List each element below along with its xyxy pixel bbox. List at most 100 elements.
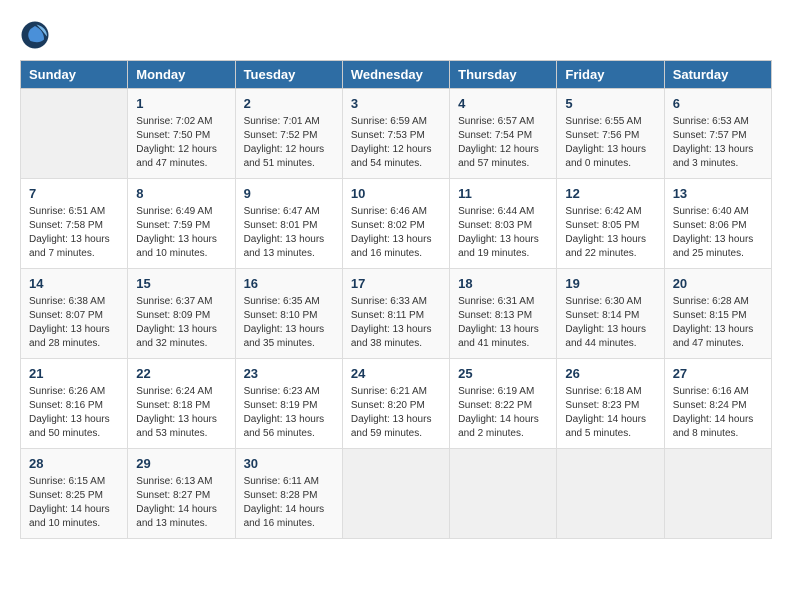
calendar-cell: 27 Sunrise: 6:16 AM Sunset: 8:24 PM Dayli… <box>664 359 771 449</box>
calendar-cell <box>664 449 771 539</box>
calendar-cell: 13 Sunrise: 6:40 AM Sunset: 8:06 PM Dayli… <box>664 179 771 269</box>
calendar-cell: 6 Sunrise: 6:53 AM Sunset: 7:57 PM Daylig… <box>664 89 771 179</box>
day-number: 8 <box>136 185 226 203</box>
calendar-cell: 26 Sunrise: 6:18 AM Sunset: 8:23 PM Dayli… <box>557 359 664 449</box>
day-number: 19 <box>565 275 655 293</box>
day-info: Sunrise: 6:23 AM Sunset: 8:19 PM Dayligh… <box>244 385 334 441</box>
calendar-cell: 24 Sunrise: 6:21 AM Sunset: 8:20 PM Dayli… <box>342 359 449 449</box>
day-number: 30 <box>244 455 334 473</box>
day-info: Sunrise: 6:13 AM Sunset: 8:27 PM Dayligh… <box>136 475 226 531</box>
day-info: Sunrise: 6:47 AM Sunset: 8:01 PM Dayligh… <box>244 205 334 261</box>
weekday-header: Thursday <box>450 61 557 89</box>
day-number: 11 <box>458 185 548 203</box>
weekday-header: Sunday <box>21 61 128 89</box>
day-info: Sunrise: 6:24 AM Sunset: 8:18 PM Dayligh… <box>136 385 226 441</box>
day-number: 16 <box>244 275 334 293</box>
day-number: 15 <box>136 275 226 293</box>
calendar-cell: 11 Sunrise: 6:44 AM Sunset: 8:03 PM Dayli… <box>450 179 557 269</box>
day-info: Sunrise: 6:30 AM Sunset: 8:14 PM Dayligh… <box>565 295 655 351</box>
calendar-cell: 22 Sunrise: 6:24 AM Sunset: 8:18 PM Dayli… <box>128 359 235 449</box>
calendar-cell: 7 Sunrise: 6:51 AM Sunset: 7:58 PM Daylig… <box>21 179 128 269</box>
day-number: 7 <box>29 185 119 203</box>
day-number: 28 <box>29 455 119 473</box>
day-number: 26 <box>565 365 655 383</box>
day-info: Sunrise: 6:26 AM Sunset: 8:16 PM Dayligh… <box>29 385 119 441</box>
calendar-cell: 14 Sunrise: 6:38 AM Sunset: 8:07 PM Dayli… <box>21 269 128 359</box>
calendar-cell: 9 Sunrise: 6:47 AM Sunset: 8:01 PM Daylig… <box>235 179 342 269</box>
calendar-cell: 4 Sunrise: 6:57 AM Sunset: 7:54 PM Daylig… <box>450 89 557 179</box>
calendar-cell: 5Sunrise: 6:55 AM Sunset: 7:56 PM Daylig… <box>557 89 664 179</box>
day-number: 29 <box>136 455 226 473</box>
day-info: Sunrise: 6:40 AM Sunset: 8:06 PM Dayligh… <box>673 205 763 261</box>
day-info: Sunrise: 6:59 AM Sunset: 7:53 PM Dayligh… <box>351 115 441 171</box>
day-number: 9 <box>244 185 334 203</box>
calendar-cell: 8 Sunrise: 6:49 AM Sunset: 7:59 PM Daylig… <box>128 179 235 269</box>
calendar-cell: 10 Sunrise: 6:46 AM Sunset: 8:02 PM Dayli… <box>342 179 449 269</box>
day-number: 20 <box>673 275 763 293</box>
day-info: Sunrise: 6:42 AM Sunset: 8:05 PM Dayligh… <box>565 205 655 261</box>
day-number: 21 <box>29 365 119 383</box>
calendar-cell: 16 Sunrise: 6:35 AM Sunset: 8:10 PM Dayli… <box>235 269 342 359</box>
day-info: Sunrise: 6:35 AM Sunset: 8:10 PM Dayligh… <box>244 295 334 351</box>
calendar-cell <box>450 449 557 539</box>
day-info: Sunrise: 6:53 AM Sunset: 7:57 PM Dayligh… <box>673 115 763 171</box>
calendar-cell: 20 Sunrise: 6:28 AM Sunset: 8:15 PM Dayli… <box>664 269 771 359</box>
day-number: 2 <box>244 95 334 113</box>
day-info: Sunrise: 6:11 AM Sunset: 8:28 PM Dayligh… <box>244 475 334 531</box>
calendar-cell: 1Sunrise: 7:02 AM Sunset: 7:50 PM Daylig… <box>128 89 235 179</box>
calendar-cell: 30 Sunrise: 6:11 AM Sunset: 8:28 PM Dayli… <box>235 449 342 539</box>
day-number: 4 <box>458 95 548 113</box>
calendar-cell: 18 Sunrise: 6:31 AM Sunset: 8:13 PM Dayli… <box>450 269 557 359</box>
day-number: 17 <box>351 275 441 293</box>
calendar-cell <box>21 89 128 179</box>
calendar-cell: 21 Sunrise: 6:26 AM Sunset: 8:16 PM Dayli… <box>21 359 128 449</box>
calendar-cell: 29 Sunrise: 6:13 AM Sunset: 8:27 PM Dayli… <box>128 449 235 539</box>
calendar: SundayMondayTuesdayWednesdayThursdayFrid… <box>20 60 772 539</box>
day-info: Sunrise: 6:19 AM Sunset: 8:22 PM Dayligh… <box>458 385 548 441</box>
calendar-cell: 17Sunrise: 6:33 AM Sunset: 8:11 PM Dayli… <box>342 269 449 359</box>
logo <box>20 20 54 50</box>
day-info: Sunrise: 6:38 AM Sunset: 8:07 PM Dayligh… <box>29 295 119 351</box>
calendar-cell: 25 Sunrise: 6:19 AM Sunset: 8:22 PM Dayli… <box>450 359 557 449</box>
day-info: Sunrise: 6:16 AM Sunset: 8:24 PM Dayligh… <box>673 385 763 441</box>
day-info: Sunrise: 6:49 AM Sunset: 7:59 PM Dayligh… <box>136 205 226 261</box>
day-info: Sunrise: 6:44 AM Sunset: 8:03 PM Dayligh… <box>458 205 548 261</box>
day-info: Sunrise: 6:46 AM Sunset: 8:02 PM Dayligh… <box>351 205 441 261</box>
day-number: 12 <box>565 185 655 203</box>
calendar-cell <box>557 449 664 539</box>
day-number: 23 <box>244 365 334 383</box>
day-info: Sunrise: 6:55 AM Sunset: 7:56 PM Dayligh… <box>565 115 655 171</box>
day-number: 18 <box>458 275 548 293</box>
day-number: 27 <box>673 365 763 383</box>
calendar-cell: 15 Sunrise: 6:37 AM Sunset: 8:09 PM Dayli… <box>128 269 235 359</box>
calendar-cell: 12 Sunrise: 6:42 AM Sunset: 8:05 PM Dayli… <box>557 179 664 269</box>
day-info: Sunrise: 6:21 AM Sunset: 8:20 PM Dayligh… <box>351 385 441 441</box>
calendar-cell <box>342 449 449 539</box>
day-info: Sunrise: 6:15 AM Sunset: 8:25 PM Dayligh… <box>29 475 119 531</box>
day-info: Sunrise: 6:57 AM Sunset: 7:54 PM Dayligh… <box>458 115 548 171</box>
weekday-header: Saturday <box>664 61 771 89</box>
day-number: 25 <box>458 365 548 383</box>
day-number: 3 <box>351 95 441 113</box>
day-number: 10 <box>351 185 441 203</box>
calendar-cell: 3 Sunrise: 6:59 AM Sunset: 7:53 PM Daylig… <box>342 89 449 179</box>
day-info: Sunrise: 6:28 AM Sunset: 8:15 PM Dayligh… <box>673 295 763 351</box>
day-info: Sunrise: 6:37 AM Sunset: 8:09 PM Dayligh… <box>136 295 226 351</box>
day-number: 6 <box>673 95 763 113</box>
day-info: Sunrise: 7:01 AM Sunset: 7:52 PM Dayligh… <box>244 115 334 171</box>
day-number: 22 <box>136 365 226 383</box>
weekday-header: Friday <box>557 61 664 89</box>
day-number: 13 <box>673 185 763 203</box>
calendar-cell: 19 Sunrise: 6:30 AM Sunset: 8:14 PM Dayli… <box>557 269 664 359</box>
day-info: Sunrise: 6:31 AM Sunset: 8:13 PM Dayligh… <box>458 295 548 351</box>
day-number: 14 <box>29 275 119 293</box>
day-info: Sunrise: 6:51 AM Sunset: 7:58 PM Dayligh… <box>29 205 119 261</box>
calendar-cell: 28 Sunrise: 6:15 AM Sunset: 8:25 PM Dayli… <box>21 449 128 539</box>
day-info: Sunrise: 6:18 AM Sunset: 8:23 PM Dayligh… <box>565 385 655 441</box>
weekday-header: Monday <box>128 61 235 89</box>
weekday-header: Tuesday <box>235 61 342 89</box>
day-number: 1 <box>136 95 226 113</box>
calendar-cell: 2 Sunrise: 7:01 AM Sunset: 7:52 PM Daylig… <box>235 89 342 179</box>
weekday-header: Wednesday <box>342 61 449 89</box>
day-number: 24 <box>351 365 441 383</box>
